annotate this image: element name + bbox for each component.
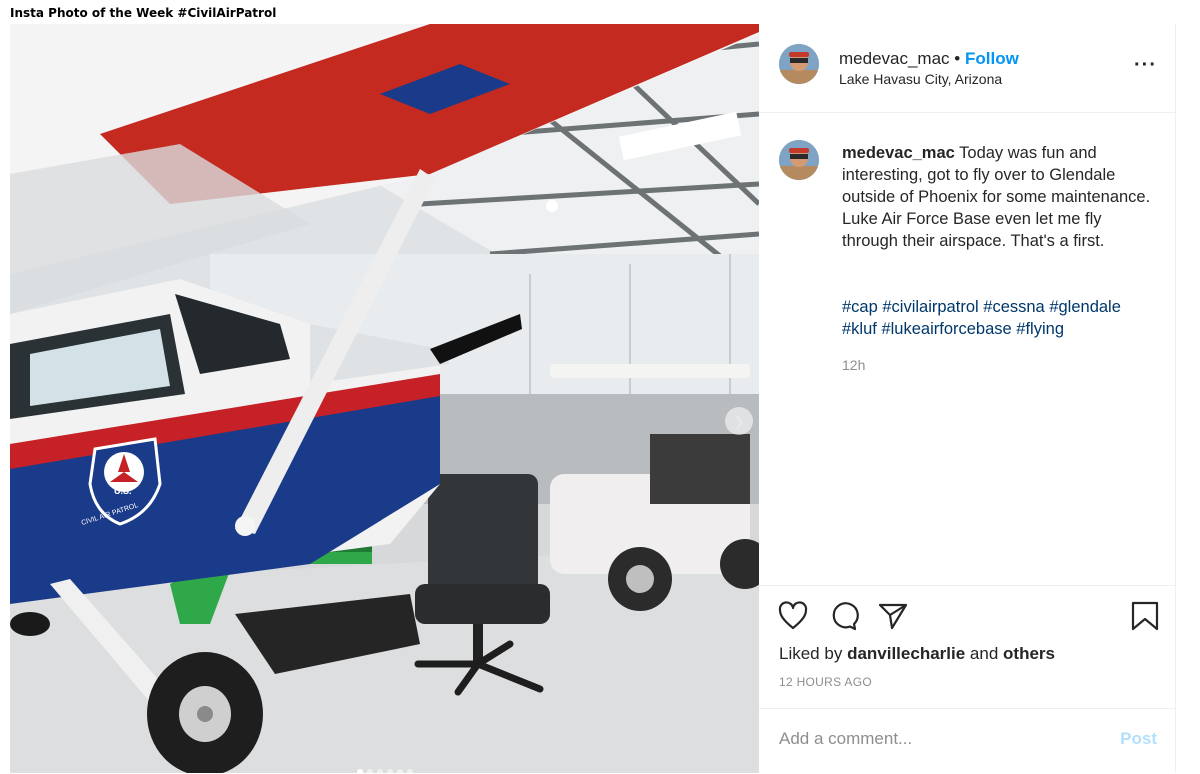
time-posted[interactable]: 12h [842, 357, 865, 373]
hashtag-link[interactable]: #glendale [1049, 298, 1121, 316]
carousel-dot [397, 769, 403, 773]
liked-prefix: Liked by [779, 644, 843, 663]
svg-text:U.S.: U.S. [114, 486, 132, 496]
heart-icon[interactable] [777, 600, 809, 632]
carousel-dot [377, 769, 383, 773]
post-comment-button[interactable]: Post [1120, 729, 1157, 749]
post-header: medevac_mac • Follow Lake Havasu City, A… [759, 24, 1175, 113]
liked-user-link[interactable]: danvillecharlie [847, 644, 965, 663]
hashtag-link[interactable]: #kluf [842, 320, 877, 338]
more-options-icon[interactable]: ··· [1134, 54, 1157, 77]
comment-input[interactable] [779, 729, 1099, 749]
avatar[interactable] [779, 44, 819, 84]
page-heading: Insta Photo of the Week #CivilAirPatrol [10, 6, 277, 20]
hashtags: #cap #civilairpatrol #cessna #glendale #… [842, 296, 1152, 340]
hangar-airplane-image: U.S. CIVIL AIR PATROL [10, 24, 759, 773]
carousel-dot [387, 769, 393, 773]
carousel-dot [357, 769, 363, 773]
hashtag-link[interactable]: #cap [842, 298, 878, 316]
divider [759, 585, 1175, 586]
carousel-dot [407, 769, 413, 773]
comment-bar: Post [759, 708, 1175, 774]
header-username: medevac_mac • Follow [839, 49, 1019, 69]
post-photo[interactable]: U.S. CIVIL AIR PATROL ❯ [10, 24, 759, 773]
hashtag-link[interactable]: #lukeairforcebase [881, 320, 1011, 338]
comment-icon[interactable] [827, 600, 859, 632]
liked-others-link[interactable]: others [1003, 644, 1055, 663]
bookmark-icon[interactable] [1129, 600, 1161, 632]
location-link[interactable]: Lake Havasu City, Arizona [839, 71, 1002, 87]
caption-username[interactable]: medevac_mac [842, 144, 955, 162]
avatar[interactable] [779, 140, 819, 180]
hashtag-link[interactable]: #flying [1016, 320, 1064, 338]
hashtag-link[interactable]: #civilairpatrol [882, 298, 978, 316]
carousel-dots [357, 769, 413, 773]
separator: • [954, 49, 961, 68]
share-icon[interactable] [877, 600, 909, 632]
caption: medevac_mac Today was fun and interestin… [842, 142, 1152, 252]
username-link[interactable]: medevac_mac [839, 49, 950, 68]
hashtag-link[interactable]: #cessna [983, 298, 1044, 316]
posted-ago[interactable]: 12 HOURS AGO [779, 675, 872, 689]
post-panel: medevac_mac • Follow Lake Havasu City, A… [759, 24, 1176, 773]
carousel-dot [367, 769, 373, 773]
next-arrow-icon[interactable]: ❯ [725, 407, 753, 435]
follow-button[interactable]: Follow [965, 49, 1019, 68]
likes-summary: Liked by danvillecharlie and others [779, 644, 1055, 664]
liked-and: and [969, 644, 999, 663]
